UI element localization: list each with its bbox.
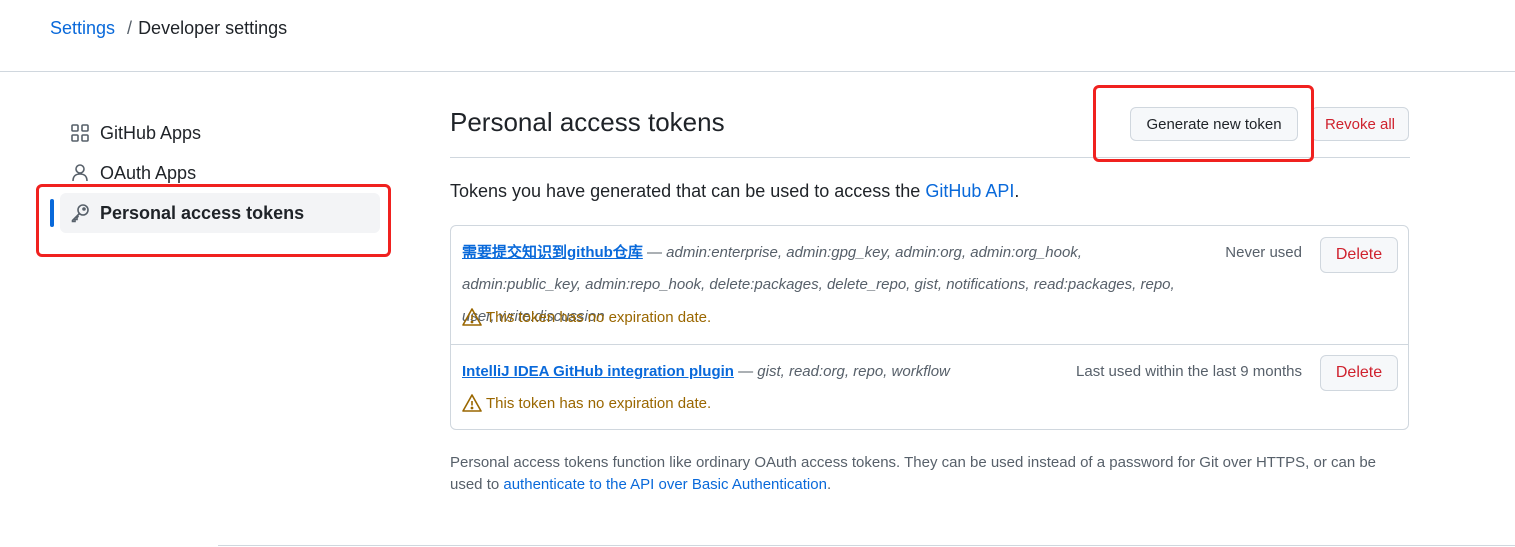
- github-api-link[interactable]: GitHub API: [925, 181, 1014, 201]
- person-icon: [70, 163, 90, 183]
- token-last-used: Never used: [1225, 244, 1302, 261]
- sidebar-item-github-apps[interactable]: GitHub Apps: [60, 113, 380, 153]
- expiration-warning: This token has no expiration date.: [462, 393, 711, 413]
- list-item: 需要提交知识到github仓库 — admin:enterprise, admi…: [451, 226, 1408, 345]
- delete-token-button[interactable]: Delete: [1320, 355, 1398, 391]
- breadcrumb-separator: /: [127, 18, 133, 38]
- expiration-warning: This token has no expiration date.: [462, 307, 711, 327]
- token-scopes: gist, read:org, repo, workflow: [757, 363, 950, 380]
- breadcrumb-current: Developer settings: [138, 18, 288, 38]
- expiration-warning-text: This token has no expiration date.: [486, 394, 712, 412]
- key-icon: [70, 203, 90, 223]
- sidebar-item-oauth-apps[interactable]: OAuth Apps: [60, 153, 380, 193]
- main-content: Personal access tokens Generate new toke…: [450, 95, 1410, 493]
- expiration-warning-text: This token has no expiration date.: [486, 308, 712, 326]
- settings-sidebar: GitHub Apps OAuth Apps Personal access t…: [50, 113, 380, 233]
- page-title: Personal access tokens: [450, 107, 725, 137]
- footnote: Personal access tokens function like ord…: [450, 452, 1410, 496]
- token-dash: —: [642, 244, 667, 261]
- divider: [218, 545, 1515, 546]
- intro-text-end: .: [1014, 181, 1020, 201]
- token-description: IntelliJ IDEA GitHub integration plugin …: [462, 356, 1062, 388]
- warning-icon: [462, 307, 482, 327]
- token-name-link[interactable]: IntelliJ IDEA GitHub integration plugin: [462, 363, 734, 380]
- breadcrumb: Settings / Developer settings: [50, 18, 287, 39]
- token-name-link[interactable]: 需要提交知识到github仓库: [462, 244, 643, 261]
- list-item: IntelliJ IDEA GitHub integration plugin …: [451, 345, 1408, 431]
- generate-new-token-button[interactable]: Generate new token: [1130, 107, 1298, 141]
- revoke-all-button[interactable]: Revoke all: [1311, 107, 1409, 141]
- token-dash: —: [733, 363, 758, 380]
- footnote-end: .: [826, 476, 832, 493]
- intro-text: Tokens you have generated that can be us…: [450, 181, 1019, 202]
- delete-token-button[interactable]: Delete: [1320, 237, 1398, 273]
- sidebar-item-personal-access-tokens[interactable]: Personal access tokens: [50, 193, 380, 233]
- sidebar-item-label: OAuth Apps: [100, 162, 197, 183]
- token-list: 需要提交知识到github仓库 — admin:enterprise, admi…: [450, 225, 1409, 430]
- sidebar-item-label: GitHub Apps: [100, 122, 202, 143]
- intro-text-body: Tokens you have generated that can be us…: [450, 181, 926, 201]
- breadcrumb-settings-link[interactable]: Settings: [50, 18, 115, 39]
- basic-auth-link[interactable]: authenticate to the API over Basic Authe…: [503, 476, 827, 493]
- apps-grid-icon: [70, 123, 90, 143]
- token-last-used: Last used within the last 9 months: [1076, 363, 1302, 380]
- sidebar-item-label: Personal access tokens: [100, 202, 305, 223]
- warning-icon: [462, 393, 482, 413]
- page-header: Personal access tokens Generate new toke…: [450, 95, 1410, 158]
- top-header: Settings / Developer settings: [0, 0, 1515, 72]
